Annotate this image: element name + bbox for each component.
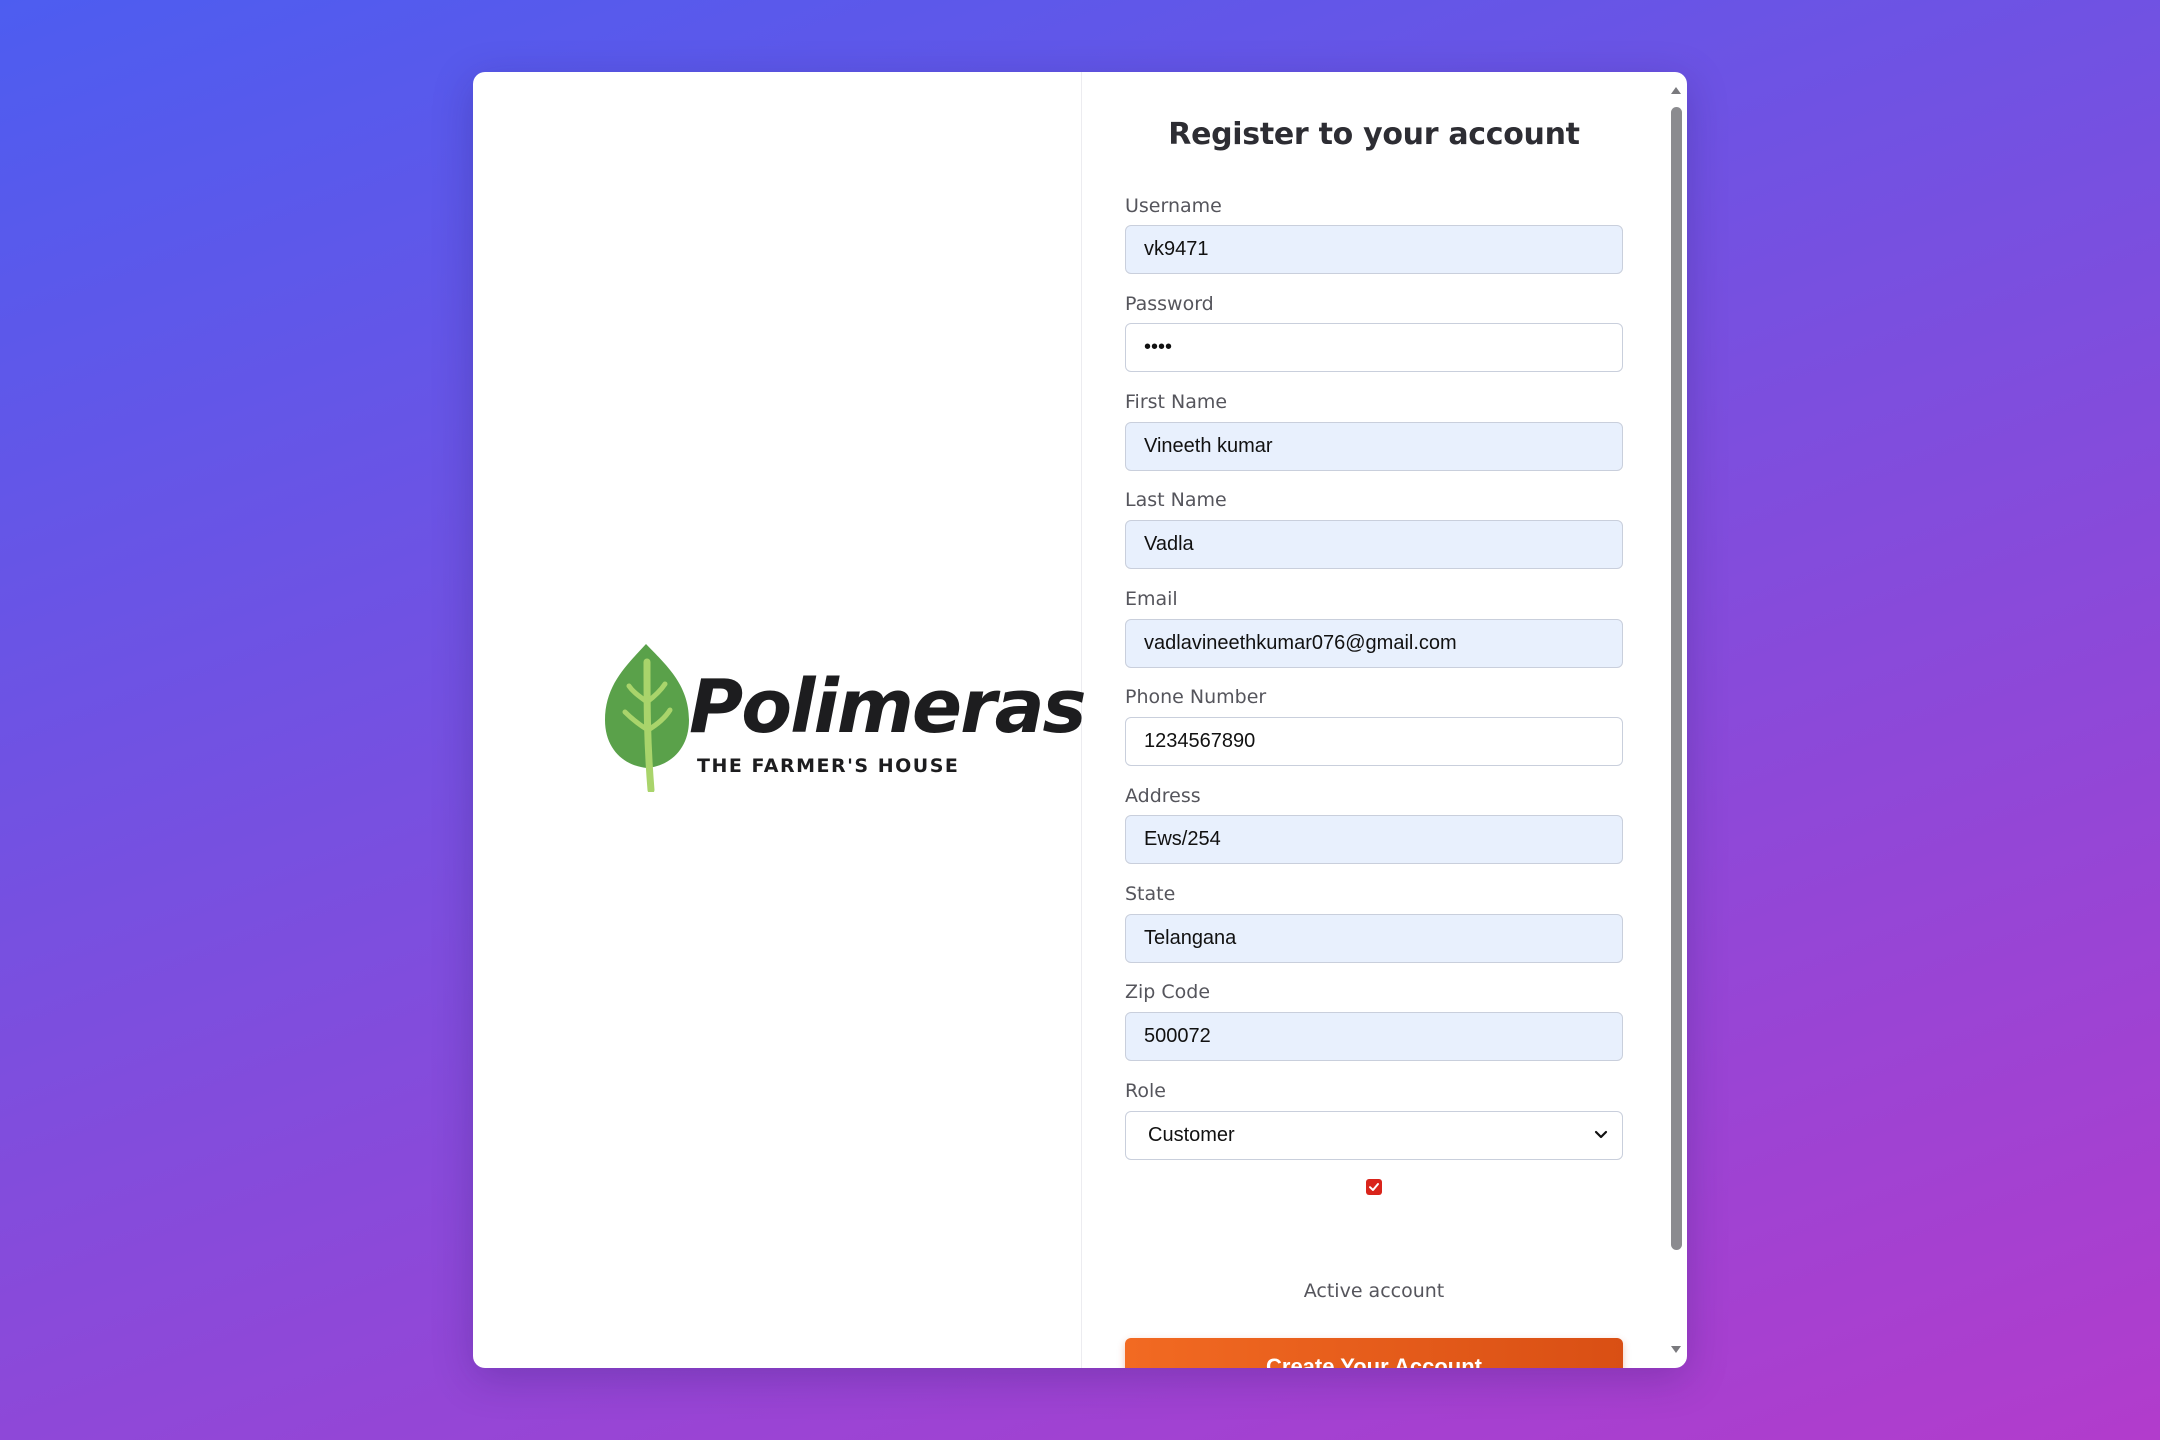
active-account-checkbox[interactable] — [1366, 1179, 1382, 1195]
address-label: Address — [1125, 785, 1201, 807]
first-name-label: First Name — [1125, 391, 1228, 413]
state-input[interactable] — [1125, 914, 1623, 963]
role-selected-value: Customer — [1148, 1124, 1235, 1146]
checkmark-icon — [1369, 1183, 1379, 1191]
brand-name: Polimeras — [689, 664, 1087, 750]
password-label: Password — [1125, 293, 1214, 315]
create-account-button[interactable]: Create Your Account — [1125, 1338, 1623, 1368]
role-select[interactable]: Customer — [1125, 1111, 1623, 1160]
scrollbar-thumb[interactable] — [1671, 107, 1682, 1250]
last-name-input[interactable] — [1125, 520, 1623, 569]
chevron-down-icon — [1594, 1130, 1608, 1139]
register-card: Polimeras THE FARMER'S HOUSE Register to… — [473, 72, 1687, 1368]
scroll-down-arrow-icon[interactable] — [1670, 1344, 1682, 1356]
first-name-input[interactable] — [1125, 422, 1623, 471]
active-account-label: Active account — [1303, 1280, 1445, 1302]
form-title: Register to your account — [1168, 117, 1580, 152]
zip-label: Zip Code — [1125, 981, 1211, 1003]
form-panel: Register to your account Username Passwo… — [1082, 72, 1687, 1368]
email-input[interactable] — [1125, 619, 1623, 668]
address-input[interactable] — [1125, 815, 1623, 864]
password-input[interactable] — [1125, 323, 1623, 372]
username-input[interactable] — [1125, 225, 1623, 274]
phone-input[interactable] — [1125, 717, 1623, 766]
email-label: Email — [1125, 588, 1178, 610]
last-name-label: Last Name — [1125, 489, 1227, 511]
scroll-up-arrow-icon[interactable] — [1670, 84, 1682, 96]
polimeras-logo: Polimeras THE FARMER'S HOUSE — [603, 642, 1087, 802]
brand-tagline: THE FARMER'S HOUSE — [697, 755, 960, 777]
form-scrollbar[interactable] — [1665, 72, 1687, 1368]
username-label: Username — [1125, 195, 1222, 217]
leaf-icon — [605, 644, 689, 792]
brand-panel: Polimeras THE FARMER'S HOUSE — [473, 72, 1087, 1368]
zip-input[interactable] — [1125, 1012, 1623, 1061]
role-label: Role — [1125, 1080, 1166, 1102]
state-label: State — [1125, 883, 1176, 905]
phone-label: Phone Number — [1125, 686, 1267, 708]
